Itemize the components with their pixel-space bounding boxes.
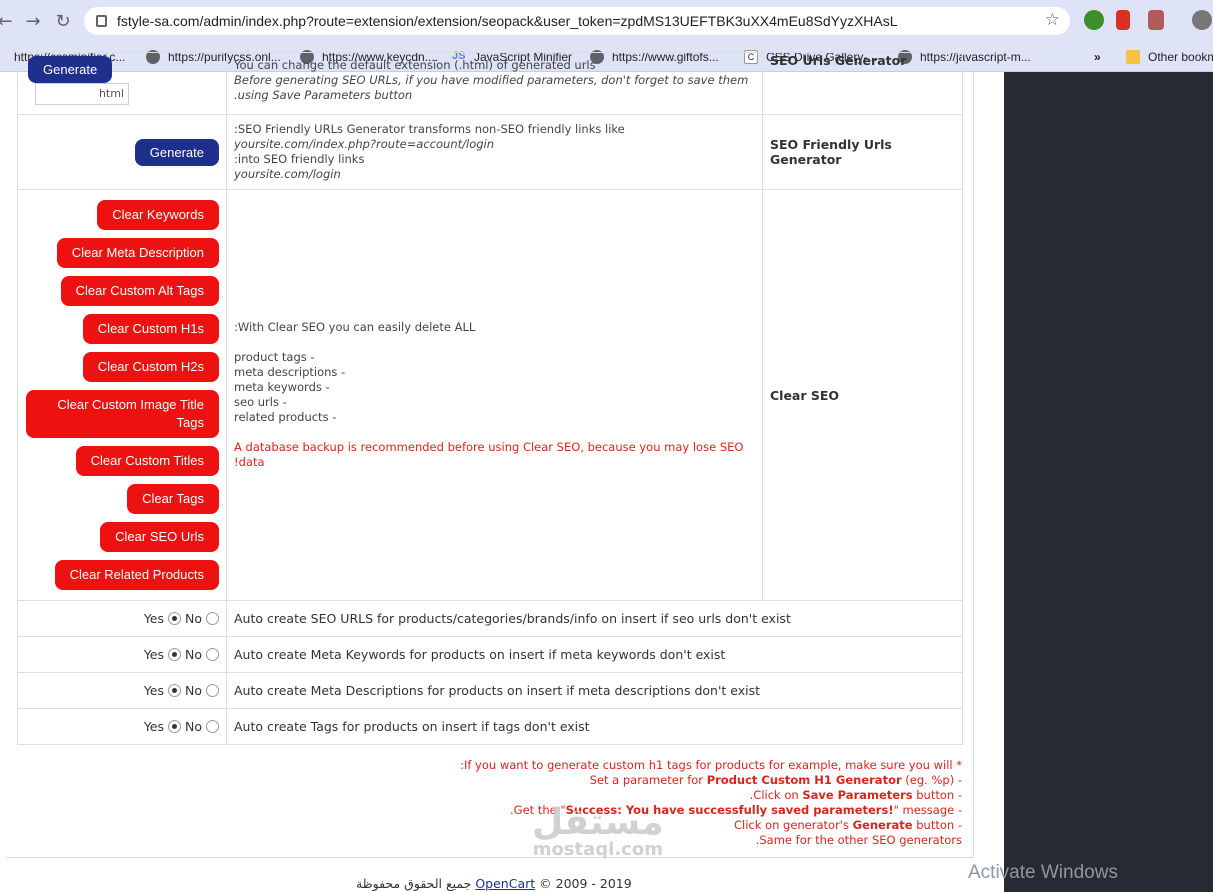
yes-radio[interactable] [168,684,181,697]
dark-sidebar [1004,72,1213,892]
yes-radio[interactable] [168,648,181,661]
auto-option-row: Yes No Auto create SEO URLS for products… [17,600,963,637]
clear-custom-titles-button[interactable]: Clear Custom Titles [75,446,219,476]
url-text: fstyle-sa.com/admin/index.php?route=exte… [117,13,898,29]
activate-windows-overlay: Activate Windows [968,862,1118,883]
bookmarks-overflow-icon[interactable]: » [1094,50,1101,64]
no-radio[interactable] [206,612,219,625]
reload-icon[interactable]: ↻ [48,6,78,36]
url-extension-input[interactable]: html [35,83,129,105]
friendly-urls-actions: Generate [17,114,227,190]
clear-seo-title: Clear SEO [762,189,963,601]
clear-custom-image-title-tags-button[interactable]: Clear Custom Image Title Tags [26,390,219,438]
extension-magnifier-icon[interactable] [1192,10,1212,30]
clear-custom-h1s-button[interactable]: Clear Custom H1s [82,314,219,344]
seo-tools-table: Generate html You can change the default… [17,52,963,745]
auto-option-label: Auto create Meta Descriptions for produc… [226,672,963,709]
clear-seo-urls-button[interactable]: Clear SEO Urls [100,522,219,552]
clear-custom-alt-tags-button[interactable]: Clear Custom Alt Tags [60,276,219,306]
friendly-urls-title: SEO Friendly Urls Generator [762,114,963,190]
backup-warning: A database backup is recommended before … [234,440,744,454]
seo-urls-generator-actions: Generate html [17,52,227,115]
auto-option-label: Auto create SEO URLS for products/catego… [226,600,963,637]
extension-globe-icon[interactable] [1084,10,1104,30]
no-radio[interactable] [206,720,219,733]
extension-bug-icon[interactable] [1148,10,1164,30]
page-footer: جميع الحقوق محفوظة OpenCart © 2009 - 201… [356,876,632,891]
auto-option-row: Yes No Auto create Meta Keywords for pro… [17,636,963,673]
bookmark-star-icon[interactable]: ☆ [1045,10,1060,30]
auto-option-label: Auto create Tags for products on insert … [226,708,963,745]
seo-urls-generator-description: You can change the default extension (.h… [226,52,763,115]
address-bar[interactable]: fstyle-sa.com/admin/index.php?route=exte… [84,7,1070,35]
opencart-link[interactable]: OpenCart [475,876,535,891]
table-row: Generate html You can change the default… [17,52,963,115]
clear-tags-button[interactable]: Clear Tags [127,484,219,514]
yes-radio[interactable] [168,720,181,733]
extension-badge-icon[interactable] [1116,10,1130,30]
auto-option-label: Auto create Meta Keywords for products o… [226,636,963,673]
clear-seo-description: :With Clear SEO you can easily delete AL… [226,189,763,601]
back-icon[interactable]: ← [0,6,20,36]
seo-pack-panel: Generate html You can change the default… [6,52,974,858]
folder-icon [1126,50,1140,64]
page-content: Generate html You can change the default… [0,52,1213,892]
no-radio[interactable] [206,684,219,697]
clear-seo-actions: Clear Keywords Clear Meta Description Cl… [17,189,227,601]
seo-urls-generate-button[interactable]: Generate [28,56,113,83]
clear-related-products-button[interactable]: Clear Related Products [54,560,219,590]
friendly-urls-description: :SEO Friendly URLs Generator transforms … [226,114,763,190]
yes-radio[interactable] [168,612,181,625]
clear-keywords-button[interactable]: Clear Keywords [97,200,219,230]
browser-toolbar: ← → ↻ fstyle-sa.com/admin/index.php?rout… [0,0,1213,42]
no-radio[interactable] [206,648,219,661]
seo-urls-generator-title: SEO Urls Generator [762,52,963,115]
table-row: Generate :SEO Friendly URLs Generator tr… [17,114,963,190]
mostaql-watermark: مستقل mostaql.com [532,802,664,860]
clear-custom-h2s-button[interactable]: Clear Custom H2s [82,352,219,382]
auto-option-row: Yes No Auto create Meta Descriptions for… [17,672,963,709]
friendly-urls-generate-button[interactable]: Generate [134,138,219,166]
other-bookmarks[interactable]: Other bookm [1126,50,1213,64]
clear-meta-description-button[interactable]: Clear Meta Description [56,238,219,268]
forward-icon[interactable]: → [18,6,48,36]
auto-option-row: Yes No Auto create Tags for products on … [17,708,963,745]
lock-icon [96,15,107,27]
table-row: Clear Keywords Clear Meta Description Cl… [17,189,963,601]
